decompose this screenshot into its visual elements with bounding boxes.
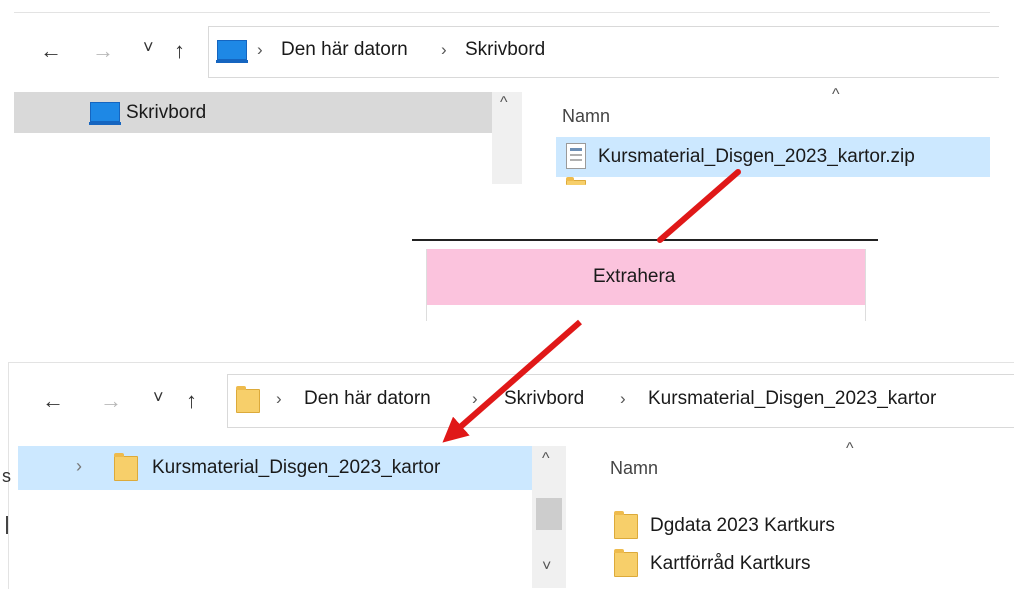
- annotation-arrows: [442, 169, 741, 443]
- arrow-segment-lower: [442, 319, 582, 443]
- arrow-segment-upper: [657, 169, 741, 243]
